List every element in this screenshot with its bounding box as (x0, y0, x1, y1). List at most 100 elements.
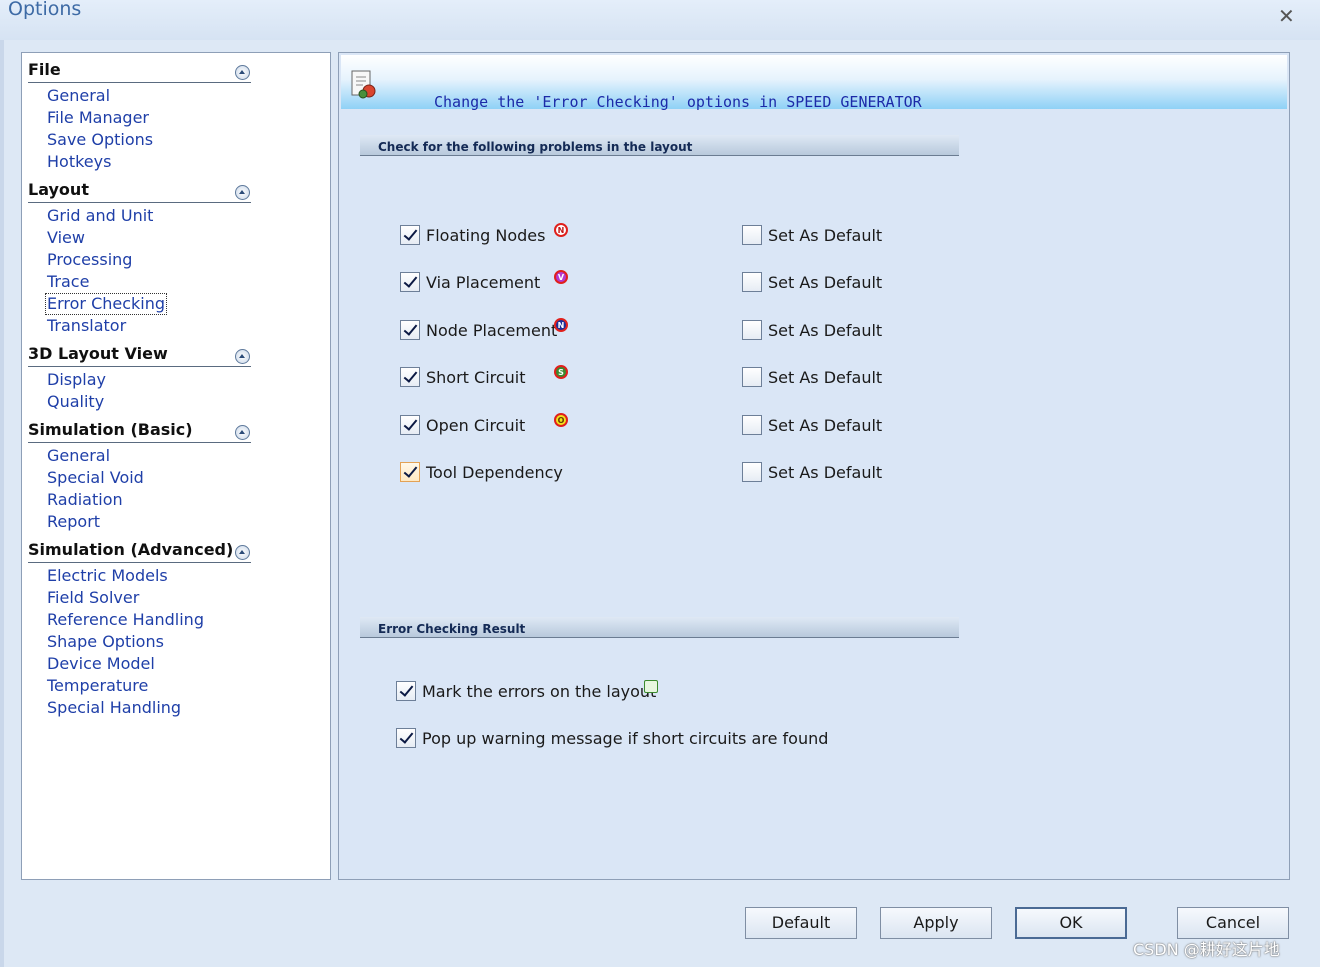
nav-item-trace[interactable]: Trace (46, 272, 90, 292)
collapse-icon[interactable] (235, 65, 250, 80)
close-icon[interactable]: ✕ (1278, 4, 1295, 28)
node-placement-checkbox[interactable]: Node Placement (400, 320, 620, 344)
collapse-icon[interactable] (235, 545, 250, 560)
options-nav-pane: File General File Manager Save Options H… (21, 52, 331, 880)
node-placement-icon: N (554, 318, 568, 332)
mark-errors-checkbox[interactable]: Mark the errors on the layout (396, 681, 656, 705)
node-placement-default-checkbox[interactable]: Set As Default (742, 320, 942, 344)
open-circuit-default-checkbox[interactable]: Set As Default (742, 415, 942, 439)
checkbox-box[interactable] (742, 320, 762, 340)
via-placement-default-checkbox[interactable]: Set As Default (742, 272, 942, 296)
mark-errors-icon (644, 680, 658, 693)
title-bar: Options ✕ (0, 0, 1320, 40)
checkbox-box[interactable] (396, 728, 416, 748)
nav-group-title: Simulation (Basic) (28, 420, 193, 439)
nav-item-general[interactable]: General (46, 446, 111, 466)
nav-item-file-manager[interactable]: File Manager (46, 108, 150, 128)
checkbox-label: Via Placement (426, 273, 541, 292)
checkbox-label: Node Placement (426, 321, 558, 340)
checkbox-label: Set As Default (768, 463, 883, 482)
collapse-icon[interactable] (235, 185, 250, 200)
apply-button[interactable]: Apply (880, 907, 992, 939)
checkbox-label: Set As Default (768, 416, 883, 435)
nav-item-field-solver[interactable]: Field Solver (46, 588, 140, 608)
checkbox-label: Tool Dependency (426, 463, 563, 482)
nav-item-general[interactable]: General (46, 86, 111, 106)
nav-item-view[interactable]: View (46, 228, 86, 248)
checkbox-box[interactable] (400, 320, 420, 340)
window-title: Options (8, 0, 82, 20)
nav-group-3d-layout-view[interactable]: 3D Layout View (28, 344, 251, 367)
via-placement-checkbox[interactable]: Via Placement (400, 272, 620, 296)
floating-nodes-default-checkbox[interactable]: Set As Default (742, 225, 942, 249)
checkbox-box[interactable] (742, 272, 762, 292)
checkbox-box[interactable] (742, 367, 762, 387)
nav-group-title: Simulation (Advanced) (28, 540, 234, 559)
nav-group-file[interactable]: File (28, 60, 251, 83)
default-button[interactable]: Default (745, 907, 857, 939)
checkbox-label: Set As Default (768, 273, 883, 292)
via-placement-icon: V (554, 270, 568, 284)
nav-item-save-options[interactable]: Save Options (46, 130, 154, 150)
checkbox-label: Set As Default (768, 368, 883, 387)
nav-item-radiation[interactable]: Radiation (46, 490, 124, 510)
nav-group-simulation-basic[interactable]: Simulation (Basic) (28, 420, 251, 443)
open-circuit-checkbox[interactable]: Open Circuit (400, 415, 620, 439)
cancel-button[interactable]: Cancel (1177, 907, 1289, 939)
checkbox-label: Open Circuit (426, 416, 526, 435)
nav-item-electric-models[interactable]: Electric Models (46, 566, 169, 586)
checkbox-box[interactable] (396, 681, 416, 701)
nav-item-hotkeys[interactable]: Hotkeys (46, 152, 112, 172)
nav-item-report[interactable]: Report (46, 512, 101, 532)
nav-item-temperature[interactable]: Temperature (46, 676, 149, 696)
checkbox-box[interactable] (742, 462, 762, 482)
section-title: Error Checking Result (378, 622, 526, 636)
nav-group-title: 3D Layout View (28, 344, 168, 363)
short-circuit-checkbox[interactable]: Short Circuit (400, 367, 620, 391)
nav-group-simulation-advanced[interactable]: Simulation (Advanced) (28, 540, 251, 563)
checkbox-label: Set As Default (768, 226, 883, 245)
nav-item-special-void[interactable]: Special Void (46, 468, 145, 488)
collapse-icon[interactable] (235, 349, 250, 364)
checkbox-label: Pop up warning message if short circuits… (422, 729, 829, 748)
nav-item-shape-options[interactable]: Shape Options (46, 632, 165, 652)
checkbox-label: Short Circuit (426, 368, 526, 387)
nav-group-layout[interactable]: Layout (28, 180, 251, 203)
nav-group-title: Layout (28, 180, 89, 199)
checkbox-box[interactable] (400, 272, 420, 292)
short-circuit-default-checkbox[interactable]: Set As Default (742, 367, 942, 391)
nav-item-grid-and-unit[interactable]: Grid and Unit (46, 206, 154, 226)
floating-nodes-checkbox[interactable]: Floating Nodes (400, 225, 620, 249)
nav-item-device-model[interactable]: Device Model (46, 654, 156, 674)
popup-warning-checkbox[interactable]: Pop up warning message if short circuits… (396, 728, 828, 752)
checkbox-label: Mark the errors on the layout (422, 682, 657, 701)
nav-item-display[interactable]: Display (46, 370, 107, 390)
nav-group-title: File (28, 60, 61, 79)
open-circuit-icon: O (554, 413, 568, 427)
banner-text: Change the 'Error Checking' options in S… (434, 93, 922, 111)
checkbox-label: Floating Nodes (426, 226, 546, 245)
checkbox-box[interactable] (400, 367, 420, 387)
tool-dependency-checkbox[interactable]: Tool Dependency (400, 462, 620, 486)
collapse-icon[interactable] (235, 425, 250, 440)
nav-item-quality[interactable]: Quality (46, 392, 105, 412)
panel-banner: Change the 'Error Checking' options in S… (341, 55, 1287, 111)
checkbox-box[interactable] (400, 462, 420, 482)
floating-nodes-icon: N (554, 223, 568, 237)
nav-item-processing[interactable]: Processing (46, 250, 133, 270)
checkbox-box[interactable] (742, 415, 762, 435)
checkbox-box[interactable] (400, 415, 420, 435)
checklist-icon (351, 70, 376, 99)
short-circuit-icon: S (554, 365, 568, 379)
checkbox-box[interactable] (742, 225, 762, 245)
nav-item-special-handling[interactable]: Special Handling (46, 698, 182, 718)
check-section-header: Check for the following problems in the … (360, 135, 959, 156)
tool-dependency-default-checkbox[interactable]: Set As Default (742, 462, 942, 486)
result-section-header: Error Checking Result (360, 617, 959, 638)
nav-item-error-checking[interactable]: Error Checking (44, 293, 168, 315)
nav-item-translator[interactable]: Translator (46, 316, 127, 336)
nav-item-reference-handling[interactable]: Reference Handling (46, 610, 205, 630)
checkbox-box[interactable] (400, 225, 420, 245)
ok-button[interactable]: OK (1015, 907, 1127, 939)
section-title: Check for the following problems in the … (378, 140, 693, 154)
